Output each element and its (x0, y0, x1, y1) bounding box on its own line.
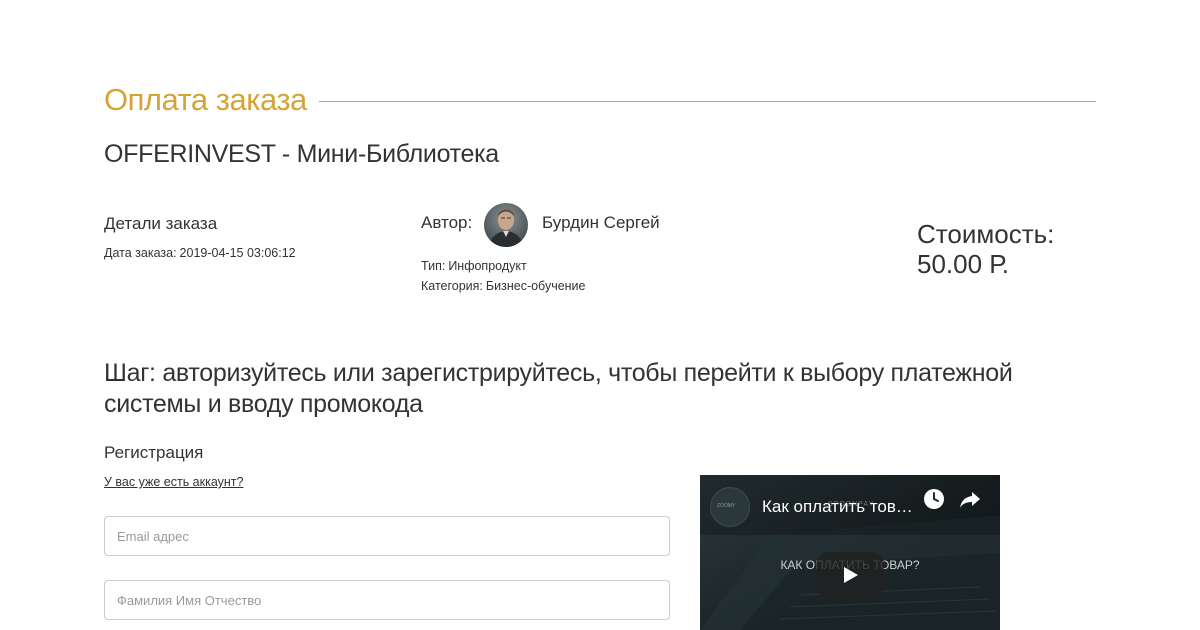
author-label: Автор: (421, 213, 473, 232)
have-account-link[interactable]: У вас уже есть аккаунт? (104, 475, 243, 489)
video-player[interactable]: ZOOMY SPOONPAY Как оплатить товар? КАК О… (700, 475, 1000, 630)
price-label: Стоимость: (917, 219, 1055, 249)
watch-later-icon[interactable] (922, 487, 946, 511)
price-value: 50.00 Р. (917, 249, 1009, 279)
channel-avatar-text: ZOOMY (717, 503, 736, 509)
product-category-value: Бизнес-обучение (485, 279, 586, 293)
video-title[interactable]: Как оплатить товар? (762, 497, 917, 517)
author-name: Бурдин Сергей (542, 213, 660, 232)
price-block: Стоимость: 50.00 Р. (917, 219, 1054, 279)
product-name: OFFERINVEST - Мини-Библиотека (104, 140, 499, 168)
channel-avatar[interactable]: ZOOMY (710, 487, 750, 527)
share-icon[interactable] (958, 487, 982, 511)
product-category-label: Категория: (421, 279, 483, 293)
product-type-label: Тип: (421, 259, 446, 273)
product-type: Тип: Инфопродукт (421, 259, 527, 273)
product-category: Категория: Бизнес-обучение (421, 279, 586, 293)
order-details-heading: Детали заказа (104, 214, 218, 233)
title-divider (318, 100, 1096, 102)
order-date-label: Дата заказа: (104, 246, 177, 260)
order-date: Дата заказа: 2019-04-15 03:06:12 (104, 246, 296, 260)
play-icon (844, 567, 858, 583)
play-button[interactable] (816, 552, 884, 598)
author-avatar (484, 203, 528, 247)
page-header: Оплата заказа (104, 80, 1096, 120)
step-instruction: Шаг: авторизуйтесь или зарегистрируйтесь… (104, 359, 1013, 418)
product-type-value: Инфопродукт (448, 259, 527, 273)
registration-heading: Регистрация (104, 443, 204, 462)
email-input[interactable] (104, 516, 670, 556)
order-date-value: 2019-04-15 03:06:12 (179, 246, 296, 260)
page-title: Оплата заказа (104, 82, 307, 117)
full-name-input[interactable] (104, 580, 670, 620)
